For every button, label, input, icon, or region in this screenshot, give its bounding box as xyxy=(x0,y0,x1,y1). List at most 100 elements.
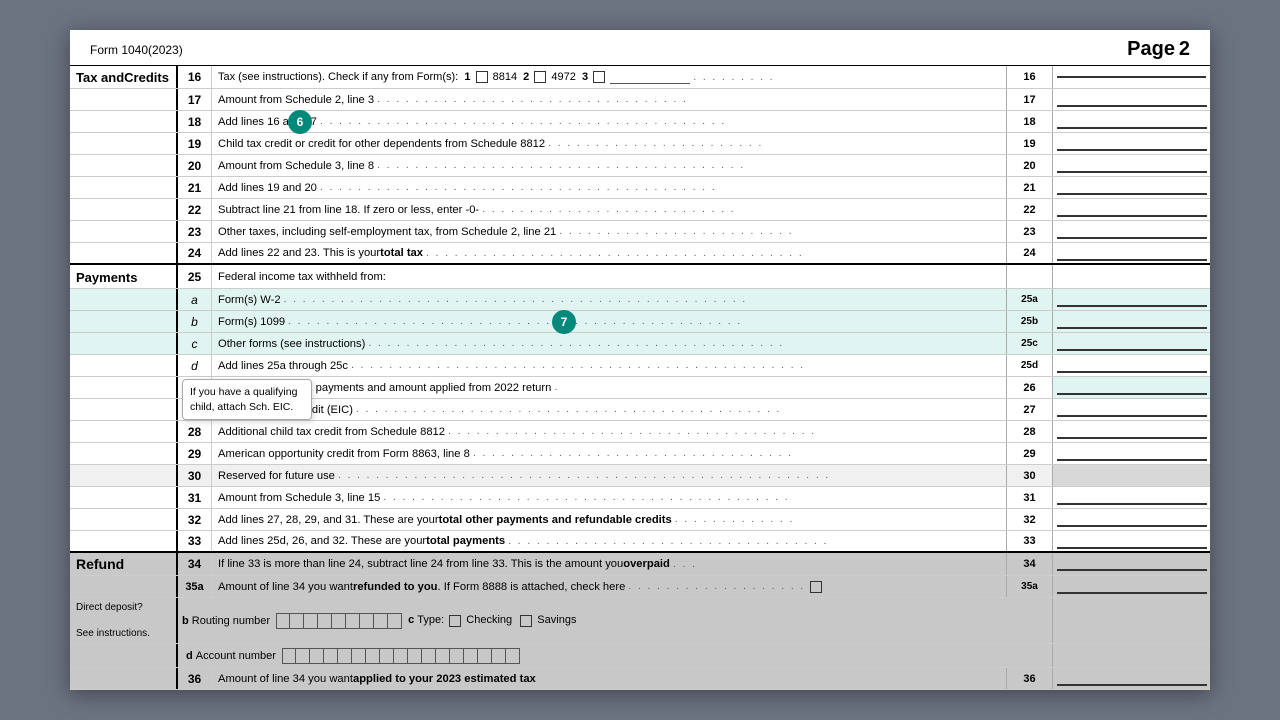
line-31-ref: 31 xyxy=(1006,487,1052,508)
form-page: Form 1040(2023) Page 2 Tax and Credits 1… xyxy=(70,30,1210,690)
line-36-row: 36 Amount of line 34 you want applied to… xyxy=(70,668,1210,690)
account-boxes[interactable] xyxy=(282,648,520,664)
line-18-num: 18 xyxy=(178,111,212,132)
line-28-input[interactable] xyxy=(1052,421,1210,442)
line-17-input[interactable] xyxy=(1052,89,1210,110)
line-32-ref: 32 xyxy=(1006,509,1052,530)
line-25b-desc: Form(s) 1099 . . . . . . . . . . . . . .… xyxy=(212,311,1006,332)
line-22-row: 22 Subtract line 21 from line 18. If zer… xyxy=(70,199,1210,221)
line-16-ref: 16 xyxy=(1006,66,1052,88)
line-25-input xyxy=(1052,265,1210,288)
tax-credits-label: Tax and Credits xyxy=(70,66,178,88)
section-spacer-25a xyxy=(70,289,178,310)
section-spacer-35d xyxy=(70,644,178,667)
line-17-ref: 17 xyxy=(1006,89,1052,110)
line-35b-row: Direct deposit? See instructions. b Rout… xyxy=(70,598,1210,644)
line-22-input[interactable] xyxy=(1052,199,1210,220)
line-25a-num: a xyxy=(178,289,212,310)
line-23-ref: 23 xyxy=(1006,221,1052,242)
line-25d-row: d Add lines 25a through 25c . . . . . . … xyxy=(70,355,1210,377)
line-26-row: If you have a qualifying child, attach S… xyxy=(70,377,1210,399)
line-25-num: 25 xyxy=(178,265,212,288)
checkbox-savings[interactable] xyxy=(520,615,532,627)
line-20-input[interactable] xyxy=(1052,155,1210,176)
line-25a-input[interactable] xyxy=(1052,289,1210,310)
badge-6: 6 xyxy=(288,110,312,134)
line-23-input[interactable] xyxy=(1052,221,1210,242)
form-title: Form 1040(2023) xyxy=(90,43,183,57)
line-24-ref: 24 xyxy=(1006,243,1052,263)
line-17-desc: Amount from Schedule 2, line 3 . . . . .… xyxy=(212,89,1006,110)
section-spacer-21 xyxy=(70,177,178,198)
line-35d-row: d Account number xyxy=(70,644,1210,668)
section-spacer-25c xyxy=(70,333,178,354)
line-16-input[interactable] xyxy=(1052,66,1210,88)
line-27-ref: 27 xyxy=(1006,399,1052,420)
section-spacer-19 xyxy=(70,133,178,154)
line-25d-input[interactable] xyxy=(1052,355,1210,376)
checkbox-checking[interactable] xyxy=(449,615,461,627)
line-21-desc: Add lines 19 and 20 . . . . . . . . . . … xyxy=(212,177,1006,198)
line-25-header-row: Payments 25 Federal income tax withheld … xyxy=(70,265,1210,289)
routing-area: b Routing number c Type: Checking Saving… xyxy=(178,598,1052,643)
line-25c-num: c xyxy=(178,333,212,354)
section-spacer-24 xyxy=(70,243,178,263)
line-31-num: 31 xyxy=(178,487,212,508)
line-24-input[interactable] xyxy=(1052,243,1210,263)
badge-7: 7 xyxy=(552,310,576,334)
section-spacer-29 xyxy=(70,443,178,464)
line-23-desc: Other taxes, including self-employment t… xyxy=(212,221,1006,242)
line-19-ref: 19 xyxy=(1006,133,1052,154)
line-19-num: 19 xyxy=(178,133,212,154)
section-spacer-33 xyxy=(70,531,178,551)
line-29-row: 29 American opportunity credit from Form… xyxy=(70,443,1210,465)
section-spacer-25d xyxy=(70,355,178,376)
line-29-desc: American opportunity credit from Form 88… xyxy=(212,443,1006,464)
line-34-ref: 34 xyxy=(1006,553,1052,575)
line-19-input[interactable] xyxy=(1052,133,1210,154)
line-25d-ref: 25d xyxy=(1006,355,1052,376)
line-25d-desc: Add lines 25a through 25c . . . . . . . … xyxy=(212,355,1006,376)
line-29-input[interactable] xyxy=(1052,443,1210,464)
routing-boxes[interactable] xyxy=(276,613,402,629)
line-25b-ref: 25b xyxy=(1006,311,1052,332)
line-20-num: 20 xyxy=(178,155,212,176)
line-21-ref: 21 xyxy=(1006,177,1052,198)
line-33-ref: 33 xyxy=(1006,531,1052,551)
line-25c-input[interactable] xyxy=(1052,333,1210,354)
line-16-num: 16 xyxy=(178,66,212,88)
line-28-desc: Additional child tax credit from Schedul… xyxy=(212,421,1006,442)
line-31-desc: Amount from Schedule 3, line 15 . . . . … xyxy=(212,487,1006,508)
line-35a-input[interactable] xyxy=(1052,576,1210,597)
account-area: d Account number xyxy=(178,644,1052,667)
line-25a-row: a Form(s) W-2 . . . . . . . . . . . . . … xyxy=(70,289,1210,311)
line-36-num: 36 xyxy=(178,668,212,689)
line-30-desc: Reserved for future use . . . . . . . . … xyxy=(212,465,1006,486)
line-31-input[interactable] xyxy=(1052,487,1210,508)
line-24-row: 24 Add lines 22 and 23. This is your tot… xyxy=(70,243,1210,265)
line-21-input[interactable] xyxy=(1052,177,1210,198)
line-23-num: 23 xyxy=(178,221,212,242)
line-25b-input[interactable] xyxy=(1052,311,1210,332)
section-spacer-30 xyxy=(70,465,178,486)
line-33-input[interactable] xyxy=(1052,531,1210,551)
line-34-input[interactable] xyxy=(1052,553,1210,575)
refund-label: Refund xyxy=(70,553,178,575)
line-27-input[interactable] xyxy=(1052,399,1210,420)
page-header: Form 1040(2023) Page 2 xyxy=(70,30,1210,66)
line-30-row: 30 Reserved for future use . . . . . . .… xyxy=(70,465,1210,487)
checkbox-1[interactable] xyxy=(476,71,488,83)
line-32-input[interactable] xyxy=(1052,509,1210,530)
checkbox-8888[interactable] xyxy=(810,581,822,593)
line-35b-right xyxy=(1052,598,1210,643)
checkbox-2[interactable] xyxy=(534,71,546,83)
line-26-input[interactable] xyxy=(1052,377,1210,398)
line-18-input[interactable] xyxy=(1052,111,1210,132)
line-17-row: 17 Amount from Schedule 2, line 3 . . . … xyxy=(70,89,1210,111)
line-18-desc: Add lines 16 and 17 . . . . . . . . . . … xyxy=(212,111,1006,132)
line-36-input[interactable] xyxy=(1052,668,1210,689)
line-25b-row: b Form(s) 1099 . . . . . . . . . . . . .… xyxy=(70,311,1210,333)
checkbox-3[interactable] xyxy=(593,71,605,83)
line-25c-ref: 25c xyxy=(1006,333,1052,354)
section-spacer-20 xyxy=(70,155,178,176)
